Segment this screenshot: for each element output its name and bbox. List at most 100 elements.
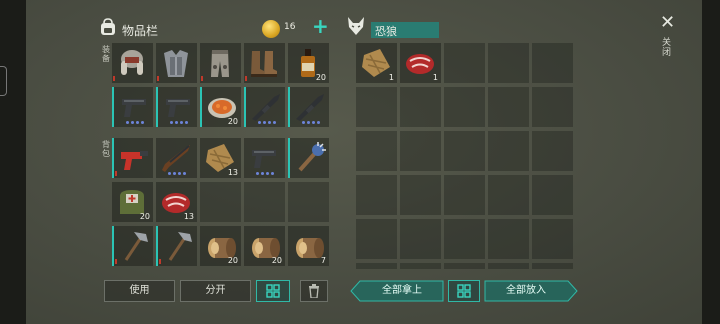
- durability-marker: [201, 76, 203, 81]
- use-button[interactable]: 使用: [104, 280, 175, 302]
- item-count: 13: [227, 168, 238, 177]
- inventory-slot-leather-boots[interactable]: [244, 43, 285, 83]
- inventory-slot-pistol[interactable]: [244, 138, 285, 178]
- inventory-slot-fur-pants[interactable]: [200, 43, 241, 83]
- rifle-icon: [252, 94, 280, 121]
- inventory-slot-log[interactable]: 20: [244, 226, 285, 266]
- rarity-dots: [256, 172, 274, 175]
- empty-slot[interactable]: [532, 131, 573, 171]
- coin-count: 16: [284, 22, 296, 32]
- item-count: 20: [139, 212, 150, 221]
- durability-marker: [157, 76, 159, 81]
- inventory-slot-metal-armor[interactable]: [156, 43, 197, 83]
- empty-slot[interactable]: [356, 175, 397, 215]
- inventory-slot-raw-meat[interactable]: 13: [156, 182, 197, 222]
- empty-slot[interactable]: [488, 175, 529, 215]
- empty-slot[interactable]: [288, 182, 329, 222]
- inventory-slot-fiber-bundle[interactable]: 13: [200, 138, 241, 178]
- trash-icon: [309, 284, 319, 299]
- inventory-slot-shotgun[interactable]: [156, 138, 197, 178]
- sort-inventory-button[interactable]: [256, 280, 290, 302]
- inventory-slot-flare-gun[interactable]: [112, 138, 153, 178]
- metal-armor-icon: [164, 50, 188, 77]
- item-count: 20: [271, 256, 282, 265]
- empty-slot[interactable]: [400, 263, 441, 269]
- delete-button[interactable]: [300, 280, 328, 302]
- empty-slot[interactable]: [532, 87, 573, 127]
- empty-slot[interactable]: [488, 131, 529, 171]
- inventory-slot-fur-hat[interactable]: [112, 43, 153, 83]
- put-all-button[interactable]: 全部放入: [484, 282, 568, 300]
- close-icon[interactable]: ✕: [660, 14, 675, 32]
- backpack-section-label: 背包: [102, 140, 110, 158]
- empty-slot[interactable]: [356, 263, 397, 269]
- empty-slot[interactable]: [200, 182, 241, 222]
- durability-marker: [115, 259, 117, 264]
- durability-marker: [245, 76, 247, 81]
- inventory-slot-whiskey-bottle[interactable]: 20: [288, 43, 329, 83]
- empty-slot[interactable]: [400, 131, 441, 171]
- item-count: 1: [388, 73, 394, 82]
- item-count: 1: [432, 73, 438, 82]
- inventory-slot-raw-meat[interactable]: 1: [400, 43, 441, 83]
- inventory-slot-pistol[interactable]: [156, 87, 197, 127]
- inventory-slot-stew-plate[interactable]: 20: [200, 87, 241, 127]
- inventory-slot-medkit-bag[interactable]: 20: [112, 182, 153, 222]
- inventory-slot-rifle[interactable]: [244, 87, 285, 127]
- empty-slot[interactable]: [444, 263, 485, 269]
- empty-slot[interactable]: [356, 131, 397, 171]
- inventory-slot-spiked-club[interactable]: [288, 138, 329, 178]
- hatchet-icon: [168, 232, 192, 261]
- wolf-icon: [348, 17, 364, 35]
- empty-slot[interactable]: [244, 182, 285, 222]
- empty-slot[interactable]: [532, 263, 573, 269]
- inventory-slot-pistol[interactable]: [112, 87, 153, 127]
- pistol-icon: [166, 99, 190, 117]
- fur-hat-icon: [121, 50, 143, 75]
- empty-slot[interactable]: [444, 43, 485, 83]
- inventory-slot-hatchet[interactable]: [112, 226, 153, 266]
- inventory-slot-log[interactable]: 20: [200, 226, 241, 266]
- item-count: 20: [315, 73, 326, 82]
- empty-slot[interactable]: [488, 263, 529, 269]
- rarity-dots: [302, 121, 320, 124]
- add-coins-button[interactable]: +: [312, 16, 329, 36]
- inventory-title: 物品栏: [122, 24, 159, 38]
- empty-slot[interactable]: [444, 175, 485, 215]
- item-count: 13: [183, 212, 194, 221]
- empty-slot[interactable]: [444, 131, 485, 171]
- leather-boots-icon: [251, 51, 277, 77]
- rarity-dots: [170, 121, 188, 124]
- loot-title: 恐狼: [375, 25, 397, 38]
- empty-slot[interactable]: [488, 43, 529, 83]
- rarity-dots: [168, 172, 186, 175]
- empty-slot[interactable]: [356, 87, 397, 127]
- screen-notch: [0, 66, 7, 96]
- inventory-slot-fiber-bundle[interactable]: 1: [356, 43, 397, 83]
- durability-marker: [115, 171, 117, 176]
- inventory-slot-hatchet[interactable]: [156, 226, 197, 266]
- rarity-dots: [126, 121, 144, 124]
- split-button[interactable]: 分开: [180, 280, 251, 302]
- coin-icon: [262, 20, 280, 38]
- take-all-button[interactable]: 全部拿上: [360, 282, 444, 300]
- empty-slot[interactable]: [400, 87, 441, 127]
- empty-slot[interactable]: [488, 219, 529, 259]
- pistol-icon: [252, 150, 276, 168]
- empty-slot[interactable]: [532, 219, 573, 259]
- empty-slot[interactable]: [444, 219, 485, 259]
- empty-slot[interactable]: [356, 219, 397, 259]
- screen-edge-left: [0, 0, 26, 324]
- loot-sort-button[interactable]: [448, 280, 480, 302]
- inventory-slot-log[interactable]: 7: [288, 226, 329, 266]
- empty-slot[interactable]: [488, 87, 529, 127]
- empty-slot[interactable]: [532, 43, 573, 83]
- inventory-slot-rifle[interactable]: [288, 87, 329, 127]
- item-count: 20: [227, 256, 238, 265]
- empty-slot[interactable]: [444, 87, 485, 127]
- empty-slot[interactable]: [400, 175, 441, 215]
- hatchet-icon: [124, 232, 148, 261]
- empty-slot[interactable]: [400, 219, 441, 259]
- close-label[interactable]: 关闭: [662, 38, 672, 58]
- empty-slot[interactable]: [532, 175, 573, 215]
